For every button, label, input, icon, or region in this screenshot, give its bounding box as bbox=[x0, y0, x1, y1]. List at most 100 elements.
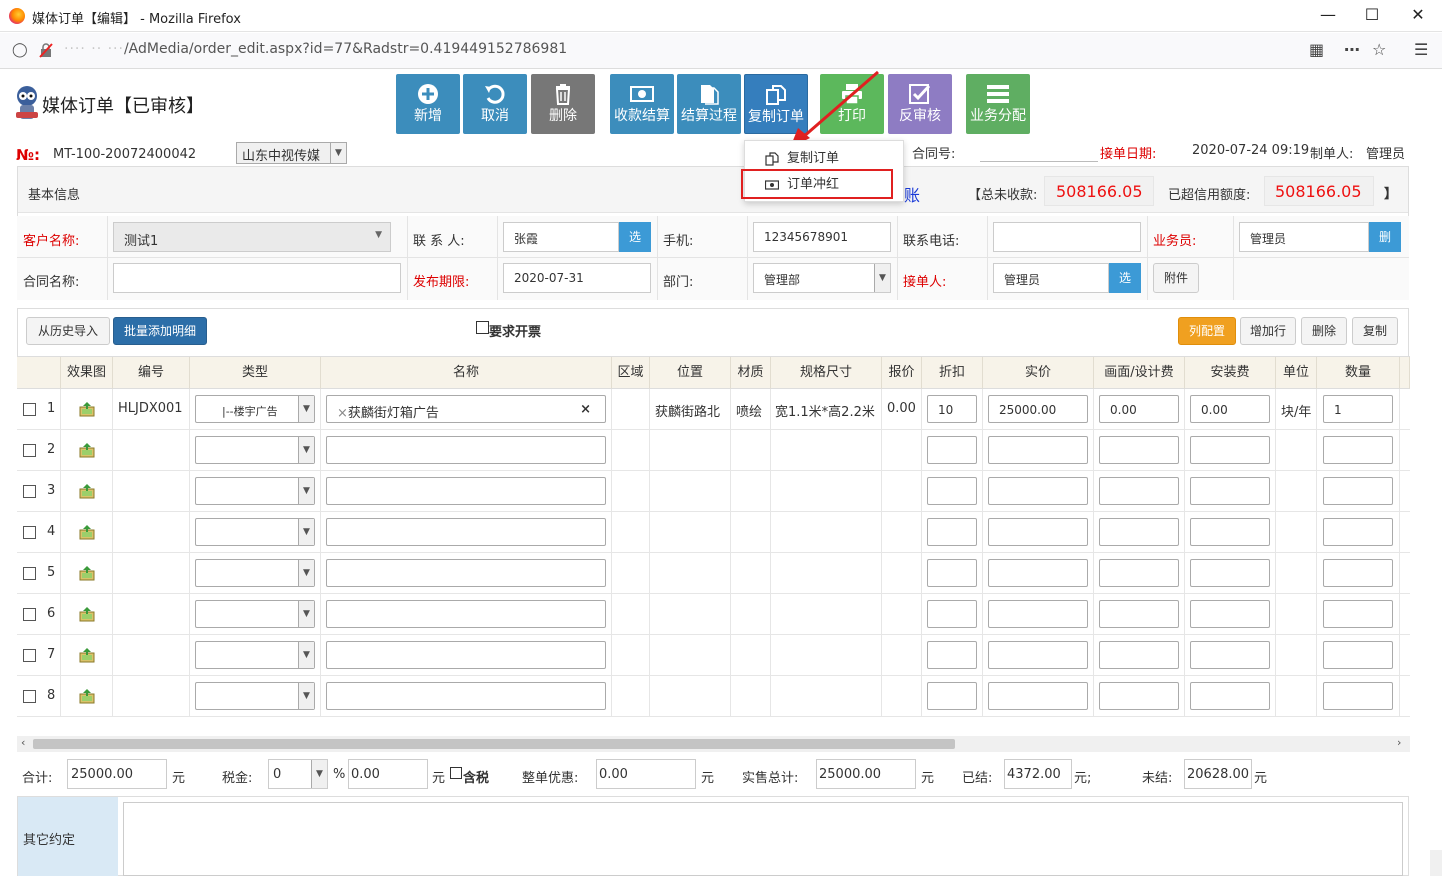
row-input[interactable] bbox=[1323, 436, 1393, 464]
row-input[interactable] bbox=[927, 436, 977, 464]
tel-input[interactable] bbox=[993, 222, 1141, 252]
bookmark-star-icon[interactable]: ☆ bbox=[1372, 40, 1386, 59]
receiver-input[interactable]: 管理员 bbox=[993, 263, 1109, 293]
row-name-select[interactable] bbox=[326, 600, 606, 628]
row-input[interactable] bbox=[1190, 436, 1270, 464]
scroll-left-icon[interactable]: ‹ bbox=[21, 736, 25, 749]
close-icon[interactable]: ✕ bbox=[1396, 4, 1440, 28]
row-input[interactable] bbox=[988, 477, 1088, 505]
invoice-checkbox[interactable] bbox=[476, 321, 489, 334]
row-type-select[interactable]: ▼ bbox=[195, 436, 315, 464]
copy-row-button[interactable]: 复制 bbox=[1352, 317, 1398, 345]
vertical-scrollbar[interactable] bbox=[1430, 850, 1442, 876]
row-input[interactable] bbox=[988, 559, 1088, 587]
row-input[interactable] bbox=[927, 600, 977, 628]
row-input[interactable] bbox=[988, 518, 1088, 546]
row-type-select[interactable]: ▼ bbox=[195, 641, 315, 669]
row-input[interactable] bbox=[1099, 477, 1179, 505]
tax-rate-select[interactable]: 0 ▼ bbox=[268, 759, 328, 789]
row-input[interactable] bbox=[1323, 518, 1393, 546]
row-input[interactable] bbox=[1099, 559, 1179, 587]
row-input[interactable] bbox=[927, 682, 977, 710]
upload-image-icon[interactable] bbox=[79, 565, 95, 581]
cancel-button[interactable]: 取消 bbox=[463, 74, 527, 134]
row-input[interactable] bbox=[1323, 559, 1393, 587]
scrollbar-thumb[interactable] bbox=[33, 739, 955, 749]
settled-input[interactable]: 4372.00 bbox=[1004, 759, 1072, 789]
tax-included-checkbox[interactable] bbox=[450, 767, 462, 779]
row-type-select[interactable]: ▼ bbox=[195, 682, 315, 710]
business-assign-button[interactable]: 业务分配 bbox=[966, 74, 1030, 134]
row-input[interactable] bbox=[1190, 518, 1270, 546]
row-name-select[interactable] bbox=[326, 477, 606, 505]
upload-image-icon[interactable] bbox=[79, 401, 95, 417]
row-checkbox[interactable] bbox=[23, 608, 36, 621]
row-discount-input[interactable]: 10 bbox=[927, 395, 977, 423]
row-input[interactable] bbox=[988, 641, 1088, 669]
row-checkbox[interactable] bbox=[23, 403, 36, 416]
sum-input[interactable]: 25000.00 bbox=[67, 759, 167, 789]
salesman-input[interactable]: 管理员 bbox=[1239, 222, 1369, 252]
import-history-button[interactable]: 从历史导入 bbox=[26, 317, 110, 345]
close-icon[interactable]: × bbox=[580, 402, 591, 417]
row-type-select[interactable]: ▼ bbox=[195, 600, 315, 628]
tax-value-input[interactable]: 0.00 bbox=[348, 759, 428, 789]
upload-image-icon[interactable] bbox=[79, 606, 95, 622]
column-config-button[interactable]: 列配置 bbox=[1178, 317, 1236, 345]
row-input[interactable] bbox=[1099, 436, 1179, 464]
other-agreement-textarea[interactable] bbox=[123, 802, 1403, 876]
upload-image-icon[interactable] bbox=[79, 647, 95, 663]
row-name-select[interactable] bbox=[326, 436, 606, 464]
row-input[interactable] bbox=[927, 518, 977, 546]
row-input[interactable] bbox=[1190, 641, 1270, 669]
row-checkbox[interactable] bbox=[23, 567, 36, 580]
row-input[interactable] bbox=[1323, 682, 1393, 710]
batch-add-button[interactable]: 批量添加明细 bbox=[113, 317, 207, 345]
row-name-select[interactable] bbox=[326, 641, 606, 669]
row-type-select[interactable]: ▼ bbox=[195, 518, 315, 546]
row-input[interactable] bbox=[1323, 477, 1393, 505]
url-text[interactable]: ···· ·· ···/AdMedia/order_edit.aspx?id=7… bbox=[64, 41, 567, 57]
upload-image-icon[interactable] bbox=[79, 483, 95, 499]
qr-code-icon[interactable]: ▦ bbox=[1309, 40, 1324, 59]
add-row-button[interactable]: 增加行 bbox=[1240, 317, 1296, 345]
actual-total-input[interactable]: 25000.00 bbox=[816, 759, 916, 789]
row-install-fee-input[interactable]: 0.00 bbox=[1190, 395, 1270, 423]
media-company-select[interactable]: 山东中视传媒 ▼ bbox=[236, 142, 347, 164]
row-name-select[interactable] bbox=[326, 682, 606, 710]
row-checkbox[interactable] bbox=[23, 690, 36, 703]
row-input[interactable] bbox=[1323, 641, 1393, 669]
upload-image-icon[interactable] bbox=[79, 688, 95, 704]
horizontal-scrollbar[interactable]: ‹ › bbox=[17, 736, 1410, 752]
unapprove-button[interactable]: 反审核 bbox=[888, 74, 952, 134]
row-input[interactable] bbox=[1190, 559, 1270, 587]
menu-icon[interactable]: ☰ bbox=[1414, 40, 1428, 59]
row-design-fee-input[interactable]: 0.00 bbox=[1099, 395, 1179, 423]
publish-period-input[interactable]: 2020-07-31 bbox=[503, 263, 651, 293]
row-input[interactable] bbox=[988, 682, 1088, 710]
row-input[interactable] bbox=[988, 436, 1088, 464]
row-type-select[interactable]: ▼ bbox=[195, 559, 315, 587]
row-type-select[interactable]: ▼ bbox=[195, 477, 315, 505]
row-qty-input[interactable]: 1 bbox=[1323, 395, 1393, 423]
row-input[interactable] bbox=[1190, 600, 1270, 628]
row-input[interactable] bbox=[1099, 518, 1179, 546]
salesman-delete-button[interactable]: 删 bbox=[1369, 222, 1401, 252]
row-price-input[interactable]: 25000.00 bbox=[988, 395, 1088, 423]
collect-settle-button[interactable]: 收款结算 bbox=[610, 74, 674, 134]
row-input[interactable] bbox=[1099, 682, 1179, 710]
phone-input[interactable]: 12345678901 bbox=[753, 222, 891, 252]
row-input[interactable] bbox=[927, 477, 977, 505]
order-discount-input[interactable]: 0.00 bbox=[596, 759, 696, 789]
upload-image-icon[interactable] bbox=[79, 524, 95, 540]
scroll-right-icon[interactable]: › bbox=[1397, 736, 1401, 749]
row-input[interactable] bbox=[927, 559, 977, 587]
clear-tag-icon[interactable]: × bbox=[337, 406, 348, 421]
row-input[interactable] bbox=[1323, 600, 1393, 628]
upload-image-icon[interactable] bbox=[79, 442, 95, 458]
contact-input[interactable]: 张霞 bbox=[503, 222, 619, 252]
row-name-select[interactable]: ×获麟街灯箱广告 × bbox=[326, 395, 606, 423]
contract-name-input[interactable] bbox=[113, 263, 401, 293]
row-name-select[interactable] bbox=[326, 559, 606, 587]
row-input[interactable] bbox=[1190, 682, 1270, 710]
